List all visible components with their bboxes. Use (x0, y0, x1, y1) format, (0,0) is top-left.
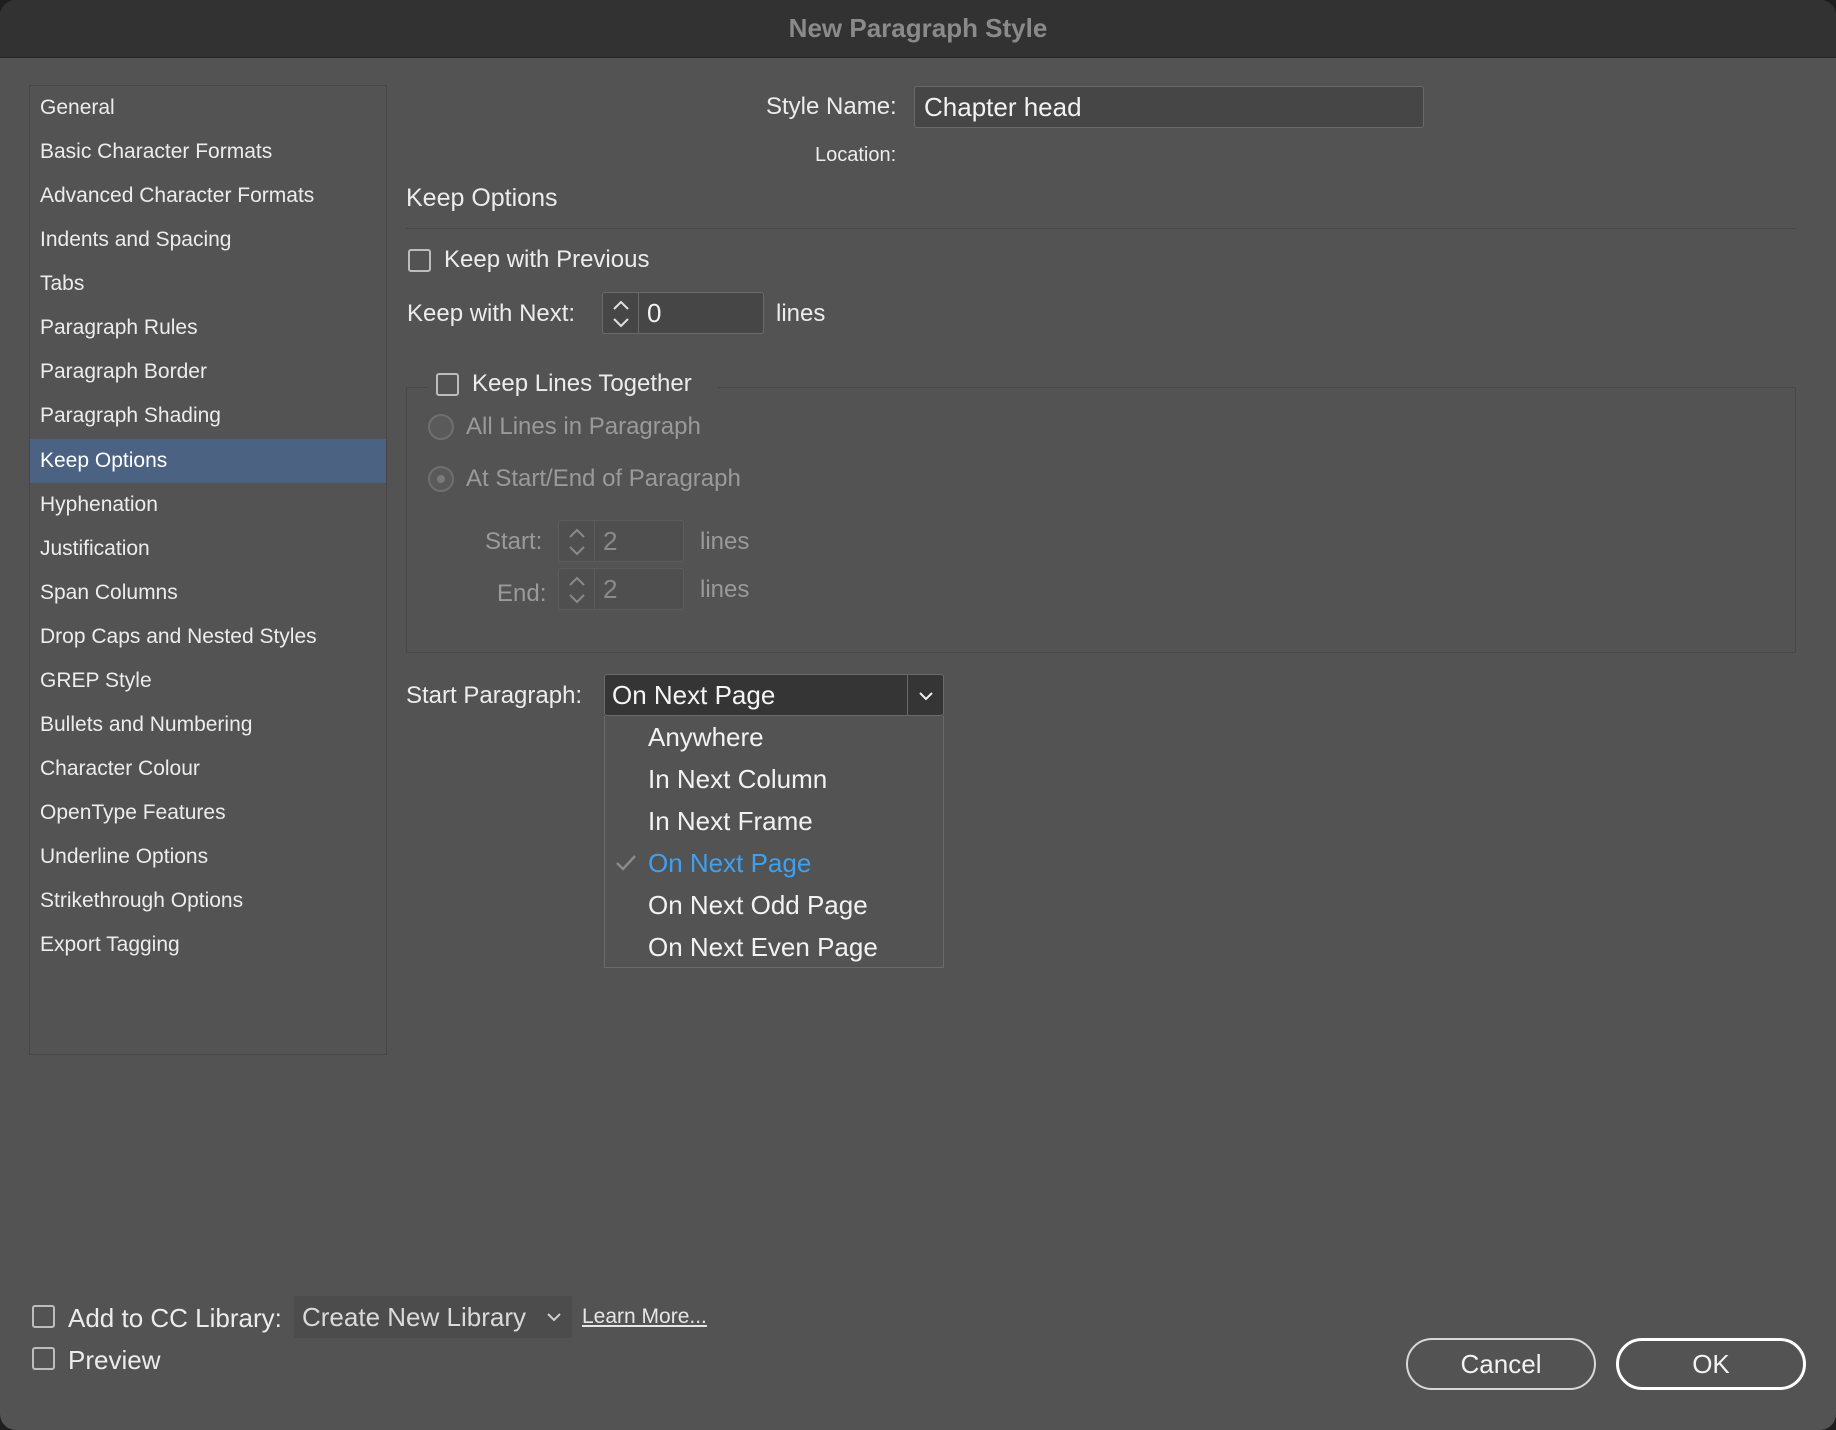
keep-with-next-stepper[interactable]: 0 (602, 292, 764, 334)
location-label: Location: (815, 144, 897, 166)
sidebar-item-basic-character-formats[interactable]: Basic Character Formats (30, 130, 386, 174)
end-lines-stepper[interactable]: 2 (558, 568, 684, 610)
menu-item-in-next-column[interactable]: In Next Column (605, 758, 943, 800)
menu-item-label: On Next Page (648, 848, 812, 878)
chevron-down-icon (547, 1313, 561, 1322)
sidebar-item-grep-style[interactable]: GREP Style (30, 659, 386, 703)
start-lines-value[interactable]: 2 (595, 521, 683, 561)
preview-label: Preview (68, 1345, 161, 1375)
style-name-input[interactable]: Chapter head (914, 86, 1424, 128)
sidebar-item-indents-and-spacing[interactable]: Indents and Spacing (30, 218, 386, 262)
start-lines-label: Start: (485, 528, 543, 555)
sidebar-item-strikethrough-options[interactable]: Strikethrough Options (30, 879, 386, 923)
menu-item-on-next-odd-page[interactable]: On Next Odd Page (605, 884, 943, 926)
menu-item-in-next-frame[interactable]: In Next Frame (605, 800, 943, 842)
sidebar-item-tabs[interactable]: Tabs (30, 262, 386, 306)
keep-with-previous-checkbox[interactable] (408, 249, 431, 272)
add-to-cc-library-label: Add to CC Library: (68, 1303, 282, 1333)
start-paragraph-menu: Anywhere In Next Column In Next Frame On… (604, 716, 944, 968)
sidebar-item-character-colour[interactable]: Character Colour (30, 747, 386, 791)
menu-item-on-next-page[interactable]: On Next Page (605, 842, 943, 884)
start-paragraph-label: Start Paragraph: (406, 682, 583, 709)
cc-library-select[interactable]: Create New Library (294, 1296, 572, 1338)
menu-item-on-next-even-page[interactable]: On Next Even Page (605, 926, 943, 968)
keep-with-next-label: Keep with Next: (407, 300, 576, 327)
sidebar-item-underline-options[interactable]: Underline Options (30, 835, 386, 879)
sidebar-item-paragraph-shading[interactable]: Paragraph Shading (30, 394, 386, 438)
end-lines-unit: lines (700, 576, 750, 603)
ok-button[interactable]: OK (1616, 1338, 1806, 1390)
keep-with-previous-label: Keep with Previous (444, 246, 650, 273)
sidebar-item-advanced-character-formats[interactable]: Advanced Character Formats (30, 174, 386, 218)
end-lines-label: End: (497, 580, 547, 607)
section-divider (406, 228, 1796, 229)
start-paragraph-value: On Next Page (612, 679, 776, 710)
checkmark-icon (616, 855, 636, 871)
sidebar-item-span-columns[interactable]: Span Columns (30, 571, 386, 615)
keep-lines-together-label: Keep Lines Together (472, 370, 692, 397)
preview-checkbox[interactable] (32, 1347, 55, 1370)
start-end-label: At Start/End of Paragraph (466, 465, 741, 492)
all-lines-label: All Lines in Paragraph (466, 413, 701, 440)
end-lines-value[interactable]: 2 (595, 569, 683, 609)
sidebar-item-general[interactable]: General (30, 86, 386, 130)
stepper-arrows-icon[interactable] (559, 569, 595, 609)
sidebar-item-drop-caps-and-nested-styles[interactable]: Drop Caps and Nested Styles (30, 615, 386, 659)
cancel-button[interactable]: Cancel (1406, 1338, 1596, 1390)
sidebar-item-keep-options[interactable]: Keep Options (30, 439, 386, 483)
sidebar-item-paragraph-border[interactable]: Paragraph Border (30, 350, 386, 394)
new-paragraph-style-dialog: New Paragraph Style General Basic Charac… (0, 0, 1836, 1430)
cc-library-value: Create New Library (302, 1301, 526, 1332)
sidebar-item-paragraph-rules[interactable]: Paragraph Rules (30, 306, 386, 350)
sidebar-item-export-tagging[interactable]: Export Tagging (30, 923, 386, 967)
sidebar-item-hyphenation[interactable]: Hyphenation (30, 483, 386, 527)
stepper-arrows-icon[interactable] (603, 293, 639, 333)
keep-with-next-unit: lines (776, 300, 826, 327)
menu-item-anywhere[interactable]: Anywhere (605, 716, 943, 758)
start-lines-stepper[interactable]: 2 (558, 520, 684, 562)
learn-more-link[interactable]: Learn More... (582, 1305, 707, 1329)
window-title: New Paragraph Style (0, 0, 1836, 58)
sidebar-item-bullets-and-numbering[interactable]: Bullets and Numbering (30, 703, 386, 747)
keep-lines-together-checkbox[interactable] (436, 373, 459, 396)
all-lines-radio[interactable] (428, 414, 454, 440)
section-title: Keep Options (406, 184, 558, 212)
sidebar-item-justification[interactable]: Justification (30, 527, 386, 571)
add-to-cc-library-checkbox[interactable] (32, 1305, 55, 1328)
stepper-arrows-icon[interactable] (559, 521, 595, 561)
start-end-radio[interactable] (428, 466, 454, 492)
style-name-label: Style Name: (766, 93, 897, 120)
start-paragraph-dropdown[interactable]: On Next Page (604, 674, 944, 716)
category-sidebar: General Basic Character Formats Advanced… (29, 85, 387, 1055)
sidebar-item-opentype-features[interactable]: OpenType Features (30, 791, 386, 835)
chevron-down-icon[interactable] (907, 675, 943, 715)
start-lines-unit: lines (700, 528, 750, 555)
keep-with-next-value[interactable]: 0 (639, 293, 763, 333)
